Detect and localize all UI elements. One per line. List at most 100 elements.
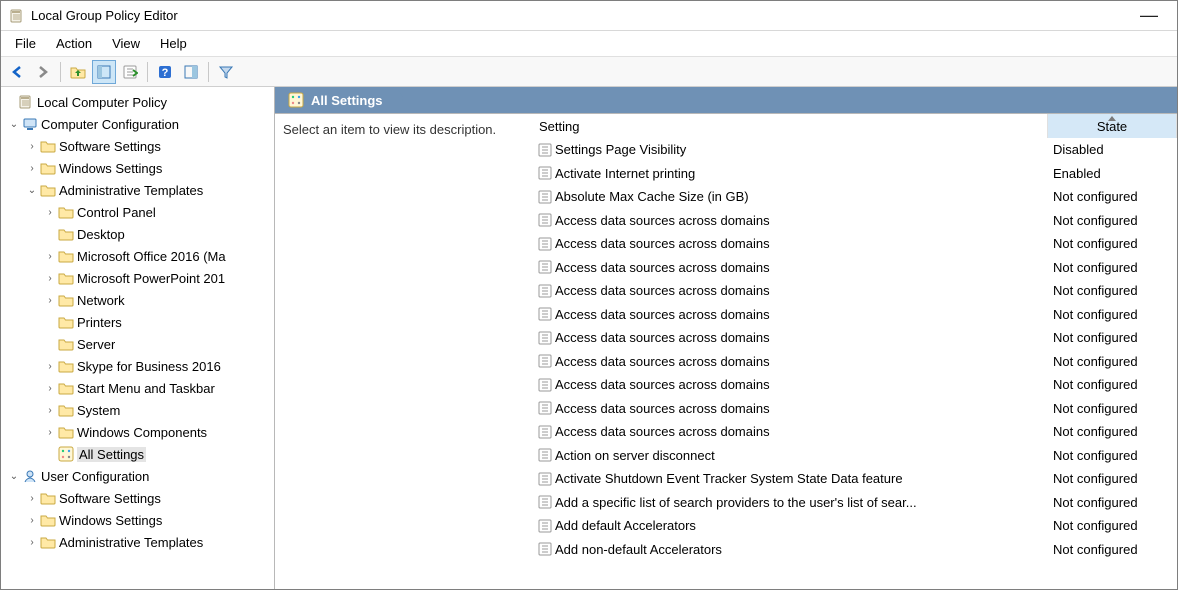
- tree-adm-office[interactable]: › Microsoft Office 2016 (Ma: [1, 245, 274, 267]
- setting-name: Access data sources across domains: [555, 236, 1047, 251]
- list-row[interactable]: Access data sources across domainsNot co…: [533, 303, 1177, 327]
- policy-icon: [533, 447, 555, 463]
- tree-adm-desktop[interactable]: › Desktop: [1, 223, 274, 245]
- list-row[interactable]: Absolute Max Cache Size (in GB)Not confi…: [533, 185, 1177, 209]
- list-row[interactable]: Action on server disconnectNot configure…: [533, 444, 1177, 468]
- policy-icon: [533, 142, 555, 158]
- tree-label: Windows Settings: [59, 513, 162, 528]
- list-row[interactable]: Access data sources across domainsNot co…: [533, 232, 1177, 256]
- twisty-icon[interactable]: ›: [43, 295, 57, 306]
- console-tree[interactable]: ▾ Local Computer Policy ⌄ Computer Confi…: [1, 87, 275, 589]
- menu-file[interactable]: File: [5, 33, 46, 54]
- twisty-icon[interactable]: ›: [25, 515, 39, 526]
- help-button[interactable]: ?: [153, 60, 177, 84]
- twisty-icon[interactable]: ›: [43, 361, 57, 372]
- twisty-icon[interactable]: ›: [43, 383, 57, 394]
- list-row[interactable]: Settings Page VisibilityDisabled: [533, 138, 1177, 162]
- twisty-icon[interactable]: ›: [25, 141, 39, 152]
- setting-state: Disabled: [1047, 142, 1177, 157]
- forward-button[interactable]: [31, 60, 55, 84]
- column-header-setting[interactable]: Setting: [533, 119, 1047, 134]
- policy-icon: [533, 259, 555, 275]
- back-button[interactable]: [5, 60, 29, 84]
- setting-state: Not configured: [1047, 471, 1177, 486]
- twisty-icon[interactable]: ›: [43, 207, 57, 218]
- folder-icon: [39, 512, 57, 528]
- list-row[interactable]: Access data sources across domainsNot co…: [533, 209, 1177, 233]
- list-row[interactable]: Access data sources across domainsNot co…: [533, 373, 1177, 397]
- tree-computer-configuration[interactable]: ⌄ Computer Configuration: [1, 113, 274, 135]
- tree-adm-server[interactable]: › Server: [1, 333, 274, 355]
- list-rows[interactable]: Settings Page VisibilityDisabledActivate…: [533, 138, 1177, 589]
- tree-adm-all-settings[interactable]: › All Settings: [1, 443, 274, 465]
- list-row[interactable]: Add default AcceleratorsNot configured: [533, 514, 1177, 538]
- tab-all-settings[interactable]: All Settings: [281, 87, 403, 113]
- minimize-button[interactable]: —: [1129, 5, 1169, 26]
- policy-icon: [533, 494, 555, 510]
- show-hide-tree-button[interactable]: [92, 60, 116, 84]
- setting-state: Not configured: [1047, 307, 1177, 322]
- setting-state: Not configured: [1047, 189, 1177, 204]
- list-row[interactable]: Activate Internet printingEnabled: [533, 162, 1177, 186]
- export-list-button[interactable]: [118, 60, 142, 84]
- twisty-icon[interactable]: ⌄: [7, 471, 21, 482]
- setting-name: Access data sources across domains: [555, 330, 1047, 345]
- twisty-icon[interactable]: ›: [43, 251, 57, 262]
- tree-user-configuration[interactable]: ⌄ User Configuration: [1, 465, 274, 487]
- tree-adm-control-panel[interactable]: › Control Panel: [1, 201, 274, 223]
- twisty-icon[interactable]: ⌄: [7, 119, 21, 130]
- tree-uc-software-settings[interactable]: › Software Settings: [1, 487, 274, 509]
- setting-state: Not configured: [1047, 518, 1177, 533]
- tree-adm-start-menu[interactable]: › Start Menu and Taskbar: [1, 377, 274, 399]
- list-row[interactable]: Access data sources across domainsNot co…: [533, 256, 1177, 280]
- folder-icon: [39, 490, 57, 506]
- tree-label: Start Menu and Taskbar: [77, 381, 215, 396]
- folder-icon: [39, 534, 57, 550]
- list-row[interactable]: Access data sources across domainsNot co…: [533, 326, 1177, 350]
- twisty-icon[interactable]: ›: [43, 405, 57, 416]
- menu-action[interactable]: Action: [46, 33, 102, 54]
- list-row[interactable]: Activate Shutdown Event Tracker System S…: [533, 467, 1177, 491]
- twisty-icon[interactable]: ›: [25, 493, 39, 504]
- list-row[interactable]: Access data sources across domainsNot co…: [533, 420, 1177, 444]
- setting-name: Add a specific list of search providers …: [555, 495, 1047, 510]
- tree-uc-windows-settings[interactable]: › Windows Settings: [1, 509, 274, 531]
- setting-name: Add non-default Accelerators: [555, 542, 1047, 557]
- twisty-icon[interactable]: ›: [25, 537, 39, 548]
- list-row[interactable]: Access data sources across domainsNot co…: [533, 279, 1177, 303]
- menu-help[interactable]: Help: [150, 33, 197, 54]
- book-icon: [17, 94, 35, 110]
- list-row[interactable]: Access data sources across domainsNot co…: [533, 350, 1177, 374]
- twisty-icon[interactable]: ›: [43, 273, 57, 284]
- folder-up-button[interactable]: [66, 60, 90, 84]
- setting-state: Not configured: [1047, 260, 1177, 275]
- app-icon: [9, 8, 25, 24]
- tree-adm-windows-components[interactable]: › Windows Components: [1, 421, 274, 443]
- settings-list: Setting State Settings Page VisibilityDi…: [533, 114, 1177, 589]
- tree-label: Windows Settings: [59, 161, 162, 176]
- menu-view[interactable]: View: [102, 33, 150, 54]
- list-row[interactable]: Access data sources across domainsNot co…: [533, 397, 1177, 421]
- twisty-icon[interactable]: ⌄: [25, 185, 39, 196]
- setting-name: Access data sources across domains: [555, 260, 1047, 275]
- list-row[interactable]: Add a specific list of search providers …: [533, 491, 1177, 515]
- tree-adm-network[interactable]: › Network: [1, 289, 274, 311]
- tree-cc-windows-settings[interactable]: › Windows Settings: [1, 157, 274, 179]
- tree-adm-system[interactable]: › System: [1, 399, 274, 421]
- twisty-icon[interactable]: ›: [43, 427, 57, 438]
- tree-root[interactable]: ▾ Local Computer Policy: [1, 91, 274, 113]
- tree-uc-admin-templates[interactable]: › Administrative Templates: [1, 531, 274, 553]
- tree-adm-skype[interactable]: › Skype for Business 2016: [1, 355, 274, 377]
- setting-state: Not configured: [1047, 283, 1177, 298]
- help-pane-button[interactable]: [179, 60, 203, 84]
- tree-cc-admin-templates[interactable]: ⌄ Administrative Templates: [1, 179, 274, 201]
- tree-adm-powerpoint[interactable]: › Microsoft PowerPoint 201: [1, 267, 274, 289]
- tree-adm-printers[interactable]: › Printers: [1, 311, 274, 333]
- tree-cc-software-settings[interactable]: › Software Settings: [1, 135, 274, 157]
- filter-button[interactable]: [214, 60, 238, 84]
- list-row[interactable]: Add non-default AcceleratorsNot configur…: [533, 538, 1177, 562]
- twisty-icon[interactable]: ›: [25, 163, 39, 174]
- setting-name: Action on server disconnect: [555, 448, 1047, 463]
- column-header-state[interactable]: State: [1047, 114, 1177, 138]
- folder-icon: [57, 358, 75, 374]
